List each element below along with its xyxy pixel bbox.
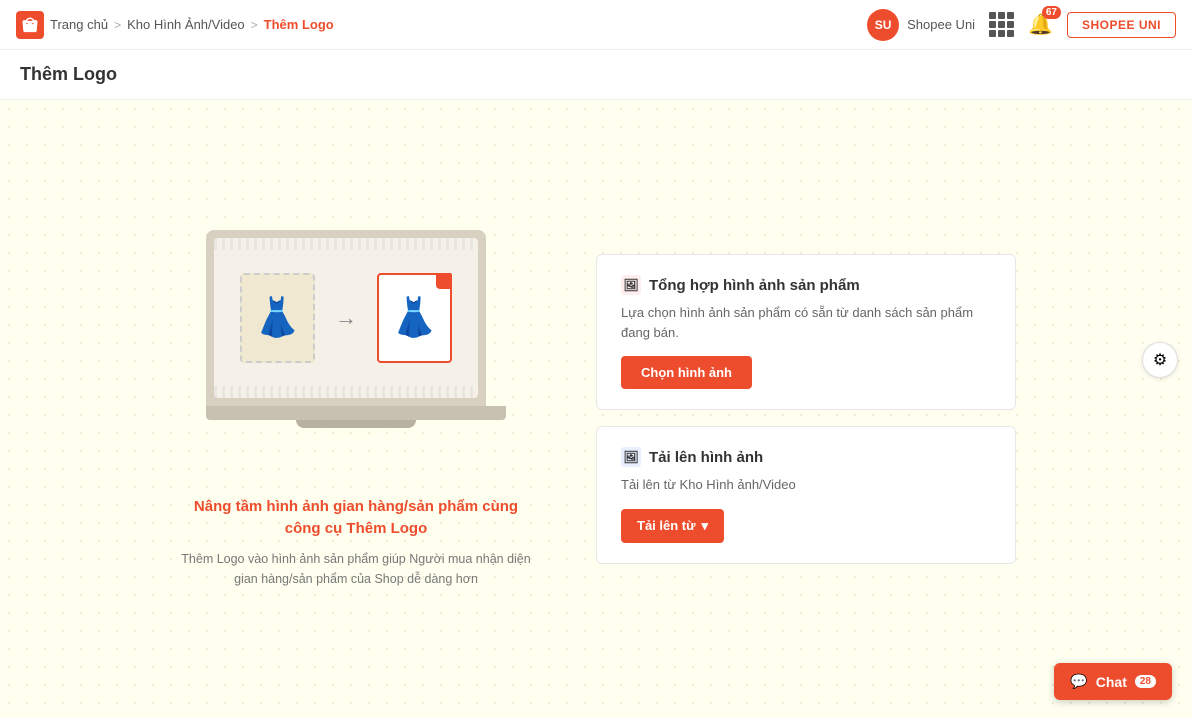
breadcrumb-sep2: > [251,18,258,32]
breadcrumb-sep1: > [114,18,121,32]
left-section: 👗 → 👗 Nâng tầm hình ảnh gian hàng/sản ph… [176,230,536,589]
arrow-icon: → [335,305,357,331]
breadcrumb-middle[interactable]: Kho Hình Ảnh/Video [127,17,245,32]
shopee-logo [16,11,44,39]
top-nav: Trang chủ > Kho Hình Ảnh/Video > Thêm Lo… [0,0,1192,50]
choose-image-button[interactable]: Chọn hình ảnh [621,356,752,389]
card-aggregate-images: 🖼 Tổng hợp hình ảnh sản phẩm Lựa chọn hì… [596,254,1016,410]
chat-icon: 💬 [1070,673,1087,690]
chat-label: Chat [1096,674,1127,690]
illustration: 👗 → 👗 [206,230,506,470]
chat-button[interactable]: 💬 Chat 28 [1054,663,1172,700]
main-content: 👗 → 👗 Nâng tầm hình ảnh gian hàng/sản ph… [0,100,1192,718]
grid-menu-icon[interactable] [989,12,1014,37]
shopee-uni-label: Shopee Uni [907,17,975,32]
shopee-uni-section: SU Shopee Uni [867,9,975,41]
card2-description: Tải lên từ Kho Hình ảnh/Video [621,475,991,495]
uni-avatar: SU [867,9,899,41]
laptop-screen-outer: 👗 → 👗 [206,230,486,406]
page-title: Thêm Logo [20,64,1172,85]
promo-description: Thêm Logo vào hình ảnh sản phẩm giúp Ngư… [176,549,536,589]
support-icon[interactable]: ⚙ [1142,342,1178,378]
card2-title-text: Tải lên hình ảnh [649,449,763,466]
breadcrumb-home[interactable]: Trang chủ [50,17,108,32]
breadcrumb-current: Thêm Logo [264,17,334,32]
dress-icon-source: 👗 [254,296,301,340]
upload-icon: 🖼 [623,450,638,464]
chevron-down-icon: ▾ [702,518,709,534]
promo-title: Nâng tầm hình ảnh gian hàng/sản phẩm cùn… [176,496,536,541]
dress-icon-dest: 👗 [391,296,438,340]
page-header: Thêm Logo [0,50,1192,100]
breadcrumb: Trang chủ > Kho Hình Ảnh/Video > Thêm Lo… [16,11,334,39]
card2-title-row: 🖼 Tải lên hình ảnh [621,447,991,467]
upload-from-label: Tải lên từ [637,518,696,533]
right-section: 🖼 Tổng hợp hình ảnh sản phẩm Lựa chọn hì… [596,254,1016,564]
card1-description: Lựa chọn hình ảnh sản phẩm có sẵn từ dan… [621,303,991,342]
card1-title-text: Tổng hợp hình ảnh sản phẩm [649,277,860,294]
laptop-base [206,406,506,420]
shopee-uni-button[interactable]: SHOPEE UNI [1067,12,1176,38]
card2-icon: 🖼 [621,447,641,467]
notification-badge: 67 [1042,6,1061,19]
settings-icon: ⚙ [1153,350,1167,370]
laptop-illustration: 👗 → 👗 [206,230,506,440]
card1-icon: 🖼 [621,275,641,295]
notification-button[interactable]: 🔔 67 [1028,12,1053,37]
card-upload-image: 🖼 Tải lên hình ảnh Tải lên từ Kho Hình ả… [596,426,1016,564]
chat-badge: 28 [1135,675,1156,688]
image-icon: 🖼 [623,278,638,292]
nav-right: SU Shopee Uni 🔔 67 SHOPEE UNI [867,9,1176,41]
laptop-screen-inner: 👗 → 👗 [214,238,478,398]
card1-title-row: 🖼 Tổng hợp hình ảnh sản phẩm [621,275,991,295]
source-image-box: 👗 [240,273,315,363]
upload-from-button[interactable]: Tải lên từ ▾ [621,509,724,543]
dest-image-box: 👗 [377,273,452,363]
